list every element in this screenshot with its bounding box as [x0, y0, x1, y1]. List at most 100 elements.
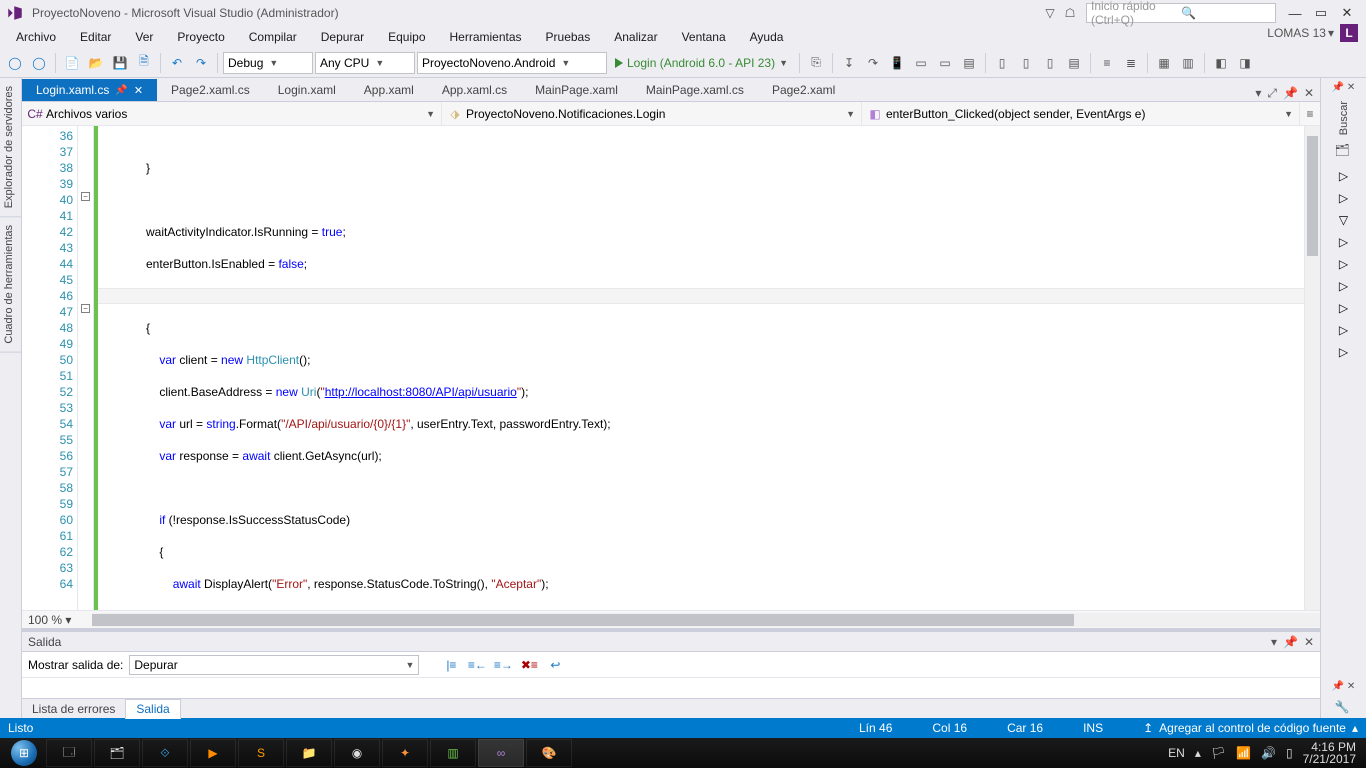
startup-project-combo[interactable]: ProyectoNoveno.Android▼	[417, 52, 607, 74]
output-text-area[interactable]	[22, 678, 1320, 698]
chevron-right-icon[interactable]: ▷	[1339, 235, 1348, 249]
start-debug-button[interactable]: Login (Android 6.0 - API 23) ▼	[609, 56, 794, 70]
server-explorer-tab[interactable]: Explorador de servidores	[0, 78, 21, 217]
taskbar-visual-studio[interactable]: ∞	[478, 739, 524, 767]
properties-icon[interactable]: 🔧	[1335, 700, 1353, 718]
chevron-right-icon[interactable]: ▷	[1339, 169, 1348, 183]
taskbar-vscode[interactable]: ⟐	[142, 739, 188, 767]
taskbar-media[interactable]: ▶	[190, 739, 236, 767]
toolbar-misc1[interactable]: ▦	[1153, 52, 1175, 74]
tray-network-icon[interactable]: 📶	[1236, 746, 1251, 760]
undo-button[interactable]: ↶	[166, 52, 188, 74]
quick-launch-input[interactable]: Inicio rápido (Ctrl+Q) 🔍	[1086, 3, 1276, 23]
toolbar-emulator-button[interactable]: ▭	[910, 52, 932, 74]
new-project-button[interactable]: 📄	[61, 52, 83, 74]
toolbar-misc4[interactable]: ◨	[1234, 52, 1256, 74]
chevron-right-icon[interactable]: ▷	[1339, 345, 1348, 359]
toolbar-extra-1[interactable]: ⎘	[805, 52, 827, 74]
error-list-tab[interactable]: Lista de errores	[22, 700, 125, 718]
zoom-combo[interactable]: 100 % ▾	[22, 613, 92, 627]
class-combo[interactable]: ⬗ ProyectoNoveno.Notificaciones.Login▼	[442, 102, 862, 125]
notifications-icon[interactable]: ▽	[1040, 6, 1060, 20]
output-next-button[interactable]: ≡→	[493, 658, 513, 672]
publish-icon[interactable]: ↥	[1143, 721, 1153, 735]
menu-ver[interactable]: Ver	[125, 28, 163, 46]
step-into-button[interactable]: ↧	[838, 52, 860, 74]
menu-archivo[interactable]: Archivo	[6, 28, 66, 46]
outline-margin[interactable]: − −	[78, 126, 94, 610]
fold-toggle[interactable]: −	[81, 192, 90, 201]
chevron-right-icon[interactable]: ▷	[1339, 323, 1348, 337]
tab-overflow-button[interactable]: ▾	[1255, 86, 1261, 101]
tab-login-xaml-cs[interactable]: Login.xaml.cs📌✕	[22, 79, 157, 101]
tab-close-button[interactable]: ✕	[1304, 86, 1314, 101]
menu-equipo[interactable]: Equipo	[378, 28, 435, 46]
nav-fwd-button[interactable]: ◯	[28, 52, 50, 74]
menu-editar[interactable]: Editar	[70, 28, 121, 46]
close-icon[interactable]: ✕	[134, 84, 143, 97]
member-combo[interactable]: ◧ enterButton_Clicked(object sender, Eve…	[862, 102, 1300, 125]
tab-page2-xaml[interactable]: Page2.xaml	[758, 79, 849, 101]
menu-herramientas[interactable]: Herramientas	[440, 28, 532, 46]
tray-chevron-icon[interactable]: ▴	[1195, 746, 1201, 760]
split-editor-button[interactable]: ≡	[1300, 102, 1320, 125]
search-panel-tab[interactable]: Buscar	[1338, 101, 1350, 135]
pin-icon[interactable]: 📌 ✕	[1332, 681, 1356, 692]
toolbar-xaml3[interactable]: ▯	[1039, 52, 1061, 74]
save-button[interactable]: 💾	[109, 52, 131, 74]
taskbar-explorer[interactable]: 🗂	[94, 739, 140, 767]
open-button[interactable]: 📂	[85, 52, 107, 74]
tab-sync-button[interactable]: ⤢	[1267, 86, 1277, 101]
save-all-button[interactable]: 🗎	[133, 52, 155, 74]
solution-explorer-icon[interactable]: 🗂	[1335, 143, 1353, 161]
taskbar-folder[interactable]: 📁	[286, 739, 332, 767]
uncomment-button[interactable]: ≣	[1120, 52, 1142, 74]
toolbox-tab[interactable]: Cuadro de herramientas	[0, 217, 21, 353]
code-content[interactable]: } waitActivityIndicator.IsRunning = true…	[98, 126, 1304, 610]
output-clear-button[interactable]: ✖≡	[519, 658, 539, 672]
menu-pruebas[interactable]: Pruebas	[536, 28, 601, 46]
toolbar-misc3[interactable]: ◧	[1210, 52, 1232, 74]
output-source-combo[interactable]: Depurar▼	[129, 655, 419, 675]
project-combo[interactable]: C# Archivos varios▼	[22, 102, 442, 125]
toolbar-layout-button[interactable]: ▤	[958, 52, 980, 74]
taskbar-xampp[interactable]: ✦	[382, 739, 428, 767]
system-tray[interactable]: EN ▴ 🏳 📶 🔊 ▯ 4:16 PM 7/21/2017	[1168, 741, 1362, 765]
tray-volume-icon[interactable]: 🔊	[1261, 746, 1276, 760]
tray-clock[interactable]: 4:16 PM 7/21/2017	[1303, 741, 1356, 765]
toolbar-misc2[interactable]: ▥	[1177, 52, 1199, 74]
step-over-button[interactable]: ↷	[862, 52, 884, 74]
toolbar-device-button[interactable]: 📱	[886, 52, 908, 74]
output-prev-button[interactable]: ≡←	[467, 658, 487, 672]
tray-lang[interactable]: EN	[1168, 746, 1185, 760]
taskbar-chrome[interactable]: ◉	[334, 739, 380, 767]
output-close-button[interactable]: ✕	[1304, 635, 1314, 649]
output-find-button[interactable]: |≡	[441, 658, 461, 672]
chevron-right-icon[interactable]: ▷	[1339, 279, 1348, 293]
redo-button[interactable]: ↷	[190, 52, 212, 74]
tab-login-xaml[interactable]: Login.xaml	[264, 79, 350, 101]
menu-analizar[interactable]: Analizar	[604, 28, 667, 46]
chevron-right-icon[interactable]: ▷	[1339, 257, 1348, 271]
start-button[interactable]: ⊞	[4, 738, 44, 768]
toolbar-xaml4[interactable]: ▤	[1063, 52, 1085, 74]
solution-platform-combo[interactable]: Any CPU▼	[315, 52, 415, 74]
output-tab[interactable]: Salida	[125, 699, 180, 719]
solution-config-combo[interactable]: Debug▼	[223, 52, 313, 74]
tray-battery-icon[interactable]: ▯	[1286, 746, 1293, 760]
taskbar-app-8[interactable]: ▥	[430, 739, 476, 767]
output-wrap-button[interactable]: ↩	[545, 658, 565, 672]
close-button[interactable]: ✕	[1334, 5, 1360, 21]
menu-depurar[interactable]: Depurar	[311, 28, 374, 46]
status-source-control[interactable]: Agregar al control de código fuente	[1159, 721, 1346, 735]
output-dropdown-button[interactable]: ▾	[1271, 635, 1277, 649]
tab-app-xaml-cs[interactable]: App.xaml.cs	[428, 79, 521, 101]
code-editor[interactable]: 3637383940414243444546474849505152535455…	[22, 126, 1320, 610]
chevron-down-icon[interactable]: ▽	[1339, 213, 1348, 227]
taskbar-sublime[interactable]: S	[238, 739, 284, 767]
nav-back-button[interactable]: ◯	[4, 52, 26, 74]
menu-ayuda[interactable]: Ayuda	[740, 28, 794, 46]
chevron-right-icon[interactable]: ▷	[1339, 191, 1348, 205]
user-area[interactable]: LOMAS 13 ▾ L	[1261, 24, 1358, 42]
taskbar-app-1[interactable]: 🗔	[46, 739, 92, 767]
